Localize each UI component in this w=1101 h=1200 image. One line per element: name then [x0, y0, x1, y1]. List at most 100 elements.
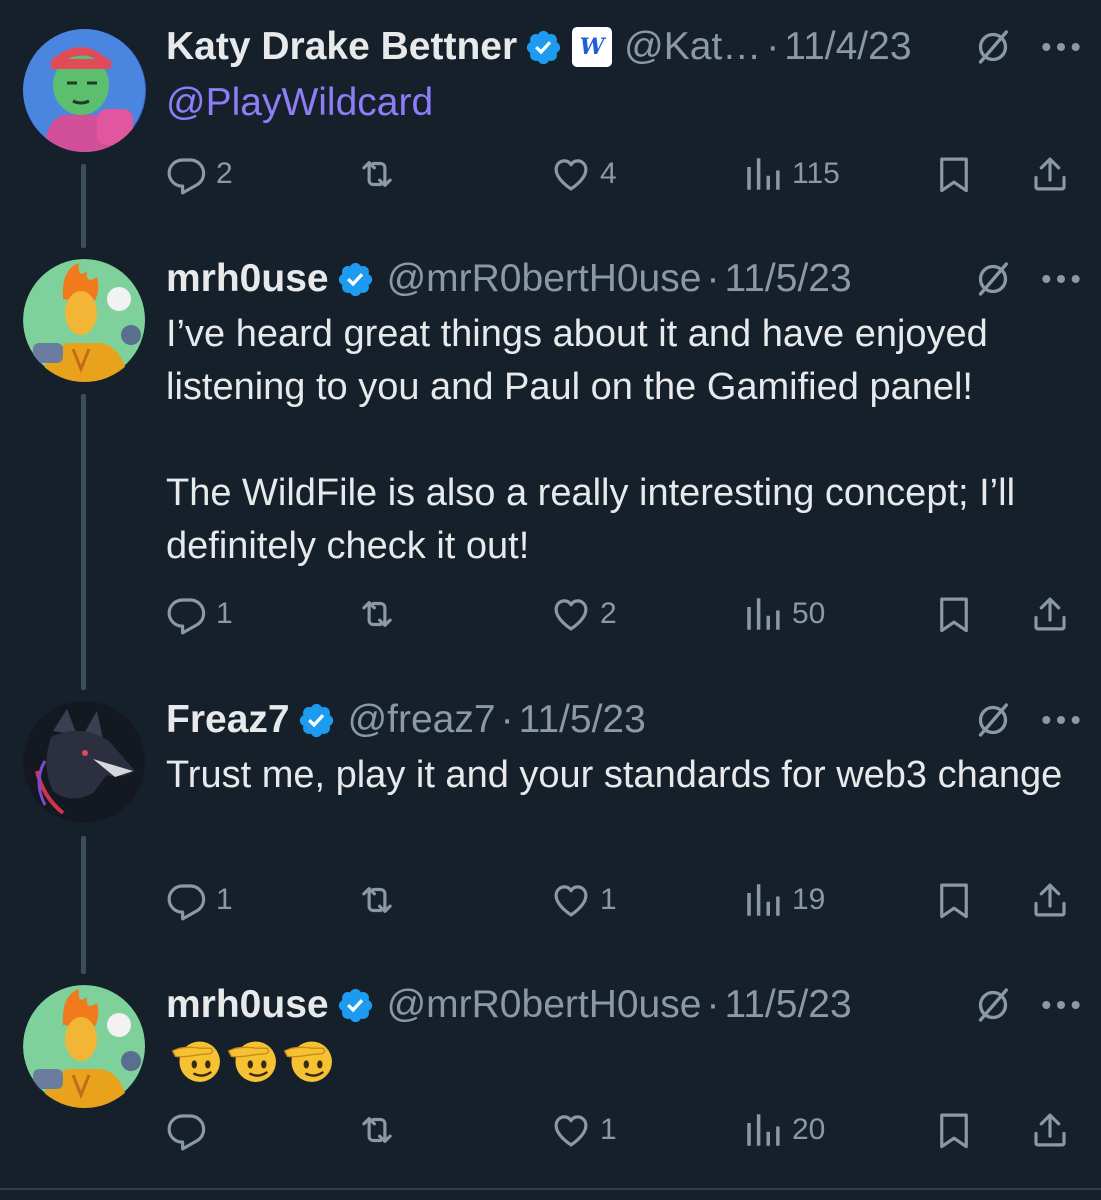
share-icon [1029, 153, 1071, 195]
more-options-icon[interactable] [1041, 273, 1081, 285]
share-button[interactable] [1029, 149, 1071, 199]
retweet-button[interactable] [356, 149, 406, 199]
wolf-avatar-image [23, 701, 145, 823]
grok-icon[interactable] [973, 259, 1013, 299]
affiliation-badge-icon[interactable]: W [572, 27, 613, 67]
heart-icon [550, 879, 592, 921]
grok-icon[interactable] [973, 985, 1013, 1025]
divider [0, 1188, 1101, 1190]
reply-count: 1 [216, 883, 233, 916]
tweet-actions: 1 2 50 [166, 589, 1076, 639]
more-options-icon[interactable] [1041, 999, 1081, 1011]
like-count: 1 [600, 1113, 617, 1146]
share-button[interactable] [1029, 1105, 1071, 1155]
tweet-date[interactable]: 11/4/23 [784, 17, 911, 77]
tweet-header: mrh0use @mrR0bertH0use · 11/5/23 [166, 249, 1081, 309]
reply-button[interactable]: 2 [166, 149, 233, 199]
verified-badge-icon [524, 28, 563, 67]
reply-icon [166, 593, 208, 635]
display-name[interactable]: Freaz7 [166, 690, 290, 750]
tweet-actions: 1 20 [166, 1105, 1076, 1155]
user-handle[interactable]: @freaz7 [348, 690, 496, 750]
retweet-button[interactable] [356, 589, 406, 639]
views-chart-icon [742, 153, 784, 195]
more-options-icon[interactable] [1041, 41, 1081, 53]
heart-icon [550, 1109, 592, 1151]
avatar[interactable] [23, 29, 146, 152]
separator-dot: · [706, 257, 720, 300]
user-handle[interactable]: @mrR0bertH0use [387, 975, 702, 1035]
conversation-thread: Katy Drake Bettner W @Kat… · 11/4/23 @Pl… [0, 0, 1101, 1200]
user-handle[interactable]: @mrR0bertH0use [387, 249, 702, 309]
share-icon [1029, 593, 1071, 635]
like-button[interactable]: 1 [550, 1105, 617, 1155]
tweet-text: Trust me, play it and your standards for… [166, 754, 1063, 796]
reply-button[interactable] [166, 1105, 216, 1155]
display-name[interactable]: mrh0use [166, 975, 329, 1035]
tweet-date[interactable]: 11/5/23 [724, 975, 851, 1035]
tweet-date[interactable]: 11/5/23 [724, 249, 851, 309]
retweet-button[interactable] [356, 1105, 406, 1155]
saluting-face-emoji-icon [282, 1032, 336, 1086]
like-count: 1 [600, 883, 617, 916]
reply-count: 2 [216, 157, 233, 190]
views-button[interactable]: 115 [742, 149, 840, 199]
like-button[interactable]: 1 [550, 875, 617, 925]
tweet-header: Katy Drake Bettner W @Kat… · 11/4/23 [166, 17, 1081, 77]
avatar[interactable] [23, 985, 146, 1108]
separator-dot: · [706, 983, 720, 1026]
bookmark-icon [933, 1109, 975, 1151]
bookmark-button[interactable] [933, 149, 975, 199]
verified-badge-icon [297, 701, 336, 740]
reply-button[interactable]: 1 [166, 589, 233, 639]
tweet-header: Freaz7 @freaz7 · 11/5/23 [166, 690, 1081, 750]
bookmark-button[interactable] [933, 589, 975, 639]
verified-badge-icon [336, 986, 375, 1025]
bookmark-button[interactable] [933, 875, 975, 925]
like-count: 4 [600, 157, 617, 190]
separator-dot: · [500, 698, 514, 741]
views-button[interactable]: 20 [742, 1105, 825, 1155]
user-handle[interactable]: @Kat… [624, 17, 761, 77]
avatar[interactable] [23, 259, 146, 382]
tweet-text: I’ve heard great things about it and hav… [166, 313, 1016, 567]
bookmark-icon [933, 153, 975, 195]
flaming-hair-avatar-image [23, 985, 145, 1108]
share-button[interactable] [1029, 875, 1071, 925]
views-chart-icon [742, 1109, 784, 1151]
share-button[interactable] [1029, 589, 1071, 639]
share-icon [1029, 1109, 1071, 1151]
bookmark-button[interactable] [933, 1105, 975, 1155]
retweet-icon [356, 1109, 398, 1151]
avatar[interactable] [23, 701, 146, 824]
mention-link[interactable]: @PlayWildcard [166, 76, 433, 130]
separator-dot: · [766, 25, 780, 68]
thread-connector [81, 394, 86, 690]
like-button[interactable]: 2 [550, 589, 617, 639]
retweet-icon [356, 153, 398, 195]
reply-button[interactable]: 1 [166, 875, 233, 925]
retweet-button[interactable] [356, 875, 406, 925]
views-button[interactable]: 19 [742, 875, 825, 925]
tweet-date[interactable]: 11/5/23 [519, 690, 646, 750]
display-name[interactable]: mrh0use [166, 249, 329, 309]
display-name[interactable]: Katy Drake Bettner [166, 17, 517, 77]
retweet-icon [356, 593, 398, 635]
tweet-actions: 2 4 115 [166, 149, 1076, 199]
views-chart-icon [742, 879, 784, 921]
grok-icon[interactable] [973, 700, 1013, 740]
bookmark-icon [933, 593, 975, 635]
share-icon [1029, 879, 1071, 921]
views-button[interactable]: 50 [742, 589, 825, 639]
view-count: 50 [792, 597, 826, 630]
view-count: 19 [792, 883, 826, 916]
more-options-icon[interactable] [1041, 714, 1081, 726]
reply-icon [166, 153, 208, 195]
reply-icon [166, 1109, 208, 1151]
reply-icon [166, 879, 208, 921]
flaming-hair-avatar-image [23, 259, 145, 382]
like-button[interactable]: 4 [550, 149, 617, 199]
reply-count: 1 [216, 597, 233, 630]
bookmark-icon [933, 879, 975, 921]
grok-icon[interactable] [973, 27, 1013, 67]
